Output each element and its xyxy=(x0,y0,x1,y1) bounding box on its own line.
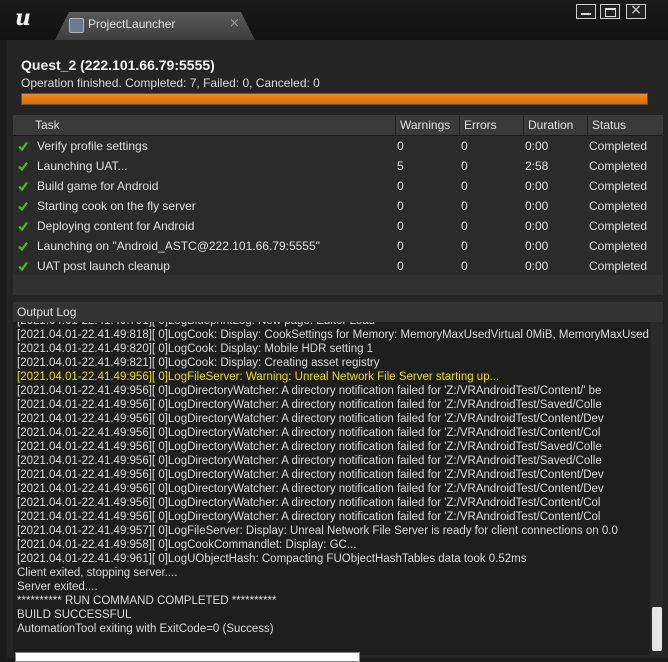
column-header-warnings[interactable]: Warnings xyxy=(395,115,459,135)
task-row[interactable]: UAT post launch cleanup 0 0 0:00 Completed xyxy=(13,256,663,276)
log-line: [2021.04.01-22.41.49:958][ 0]LogCookComm… xyxy=(17,539,357,551)
task-duration: 0:00 xyxy=(525,179,549,193)
checkmark-icon xyxy=(18,241,28,251)
output-log-panel: Output Log [2021.04.01-22.41.49:791][ 0]… xyxy=(13,302,663,655)
task-status: Completed xyxy=(589,179,648,193)
device-title: Quest_2 (222.101.66.79:5555) xyxy=(21,57,215,73)
progress-bar xyxy=(21,93,648,105)
task-status: Completed xyxy=(589,139,648,153)
checkmark-icon xyxy=(18,161,28,171)
task-duration: 0:00 xyxy=(525,259,549,273)
log-line: [2021.04.01-22.41.49:956][ 0]LogDirector… xyxy=(17,497,601,509)
task-errors: 0 xyxy=(461,259,468,273)
log-scrollbar[interactable] xyxy=(651,322,663,655)
title-bar: u ProjectLauncher × xyxy=(0,0,668,40)
task-name: UAT post launch cleanup xyxy=(37,259,170,273)
checkmark-icon xyxy=(18,261,28,271)
task-status: Completed xyxy=(589,159,648,173)
task-duration: 0:00 xyxy=(525,239,549,253)
task-warnings: 0 xyxy=(397,139,404,153)
log-line: [2021.04.01-22.41.49:956][ 0]LogDirector… xyxy=(17,385,602,397)
task-name: Verify profile settings xyxy=(37,139,148,153)
task-duration: 2:58 xyxy=(525,159,549,173)
launcher-icon xyxy=(69,18,84,33)
task-errors: 0 xyxy=(461,159,468,173)
log-line: AutomationTool exiting with ExitCode=0 (… xyxy=(17,623,274,635)
task-warnings: 0 xyxy=(397,239,404,253)
task-errors: 0 xyxy=(461,139,468,153)
log-line: [2021.04.01-22.41.49:957][ 0]LogFileServ… xyxy=(17,525,618,537)
task-row[interactable]: Verify profile settings 0 0 0:00 Completed xyxy=(13,136,663,156)
task-table-header: Task Warnings Errors Duration Status xyxy=(13,115,663,136)
column-header-task[interactable]: Task xyxy=(31,115,395,135)
log-scrollbar-thumb[interactable] xyxy=(652,607,662,651)
task-name: Build game for Android xyxy=(37,179,159,193)
log-line: [2021.04.01-22.41.49:956][ 0]LogFileServ… xyxy=(17,371,500,383)
task-row[interactable]: Launching UAT... 5 0 2:58 Completed xyxy=(13,156,663,176)
log-line: [2021.04.01-22.41.49:956][ 0]LogDirector… xyxy=(17,427,601,439)
task-row[interactable]: Build game for Android 0 0 0:00 Completed xyxy=(13,176,663,196)
task-table-footer xyxy=(13,275,663,295)
checkmark-icon xyxy=(18,221,28,231)
task-status: Completed xyxy=(589,259,648,273)
tab-project-launcher[interactable]: ProjectLauncher × xyxy=(55,12,255,40)
task-errors: 0 xyxy=(461,219,468,233)
task-errors: 0 xyxy=(461,179,468,193)
task-name: Starting cook on the fly server xyxy=(37,199,196,213)
column-header-errors[interactable]: Errors xyxy=(459,115,523,135)
log-line: Server exited.... xyxy=(17,581,98,593)
output-log-text[interactable]: [2021.04.01-22.41.49:791][ 0]LogBlueprin… xyxy=(13,322,649,655)
maximize-button[interactable] xyxy=(600,4,620,19)
column-header-status[interactable]: Status xyxy=(587,115,663,135)
checkmark-icon xyxy=(18,181,28,191)
task-name: Deploying content for Android xyxy=(37,219,195,233)
log-line: [2021.04.01-22.41.49:821][ 0]LogCook: Di… xyxy=(17,357,380,369)
task-warnings: 0 xyxy=(397,259,404,273)
operation-status: Operation finished. Completed: 7, Failed… xyxy=(21,76,320,90)
log-line: [2021.04.01-22.41.49:956][ 0]LogDirector… xyxy=(17,483,604,495)
task-duration: 0:00 xyxy=(525,219,549,233)
task-row[interactable]: Launching on "Android_ASTC@222.101.66.79… xyxy=(13,236,663,256)
task-duration: 0:00 xyxy=(525,139,549,153)
task-row[interactable]: Deploying content for Android 0 0 0:00 Compl… xyxy=(13,216,663,236)
log-line: [2021.04.01-22.41.49:818][ 0]LogCook: Di… xyxy=(17,329,649,341)
log-line: [2021.04.01-22.41.49:956][ 0]LogDirector… xyxy=(17,511,601,523)
checkmark-icon xyxy=(18,141,28,151)
log-line: [2021.04.01-22.41.49:956][ 0]LogDirector… xyxy=(17,441,602,453)
output-log-title: Output Log xyxy=(13,302,663,322)
log-line: [2021.04.01-22.41.49:956][ 0]LogDirector… xyxy=(17,399,602,411)
task-warnings: 0 xyxy=(397,219,404,233)
log-line: [2021.04.01-22.41.49:961][ 0]LogUObjectH… xyxy=(17,553,527,565)
progress-bar-fill xyxy=(22,94,647,104)
log-line: Client exited, stopping server.... xyxy=(17,567,178,579)
column-header-duration[interactable]: Duration xyxy=(523,115,587,135)
launcher-progress-panel: Quest_2 (222.101.66.79:5555) Operation f… xyxy=(7,40,668,662)
task-duration: 0:00 xyxy=(525,199,549,213)
unreal-logo-icon: u xyxy=(15,5,31,31)
log-line: [2021.04.01-22.41.49:956][ 0]LogDirector… xyxy=(17,413,604,425)
task-errors: 0 xyxy=(461,239,468,253)
task-row[interactable]: Starting cook on the fly server 0 0 0:00 Com… xyxy=(13,196,663,216)
task-name: Launching UAT... xyxy=(37,159,128,173)
task-name: Launching on "Android_ASTC@222.101.66.79… xyxy=(37,239,320,253)
task-status: Completed xyxy=(589,199,648,213)
task-warnings: 5 xyxy=(397,159,404,173)
minimize-button[interactable] xyxy=(576,4,596,19)
task-status: Completed xyxy=(589,219,648,233)
tab-close-icon[interactable]: × xyxy=(229,16,240,31)
task-errors: 0 xyxy=(461,199,468,213)
task-status: Completed xyxy=(589,239,648,253)
task-table: Task Warnings Errors Duration Status Ver… xyxy=(13,115,663,295)
log-line: ********** RUN COMMAND COMPLETED *******… xyxy=(17,595,277,607)
log-line: [2021.04.01-22.41.49:956][ 0]LogDirector… xyxy=(17,469,604,481)
log-line: BUILD SUCCESSFUL xyxy=(17,609,132,621)
tab-label: ProjectLauncher xyxy=(88,17,176,31)
task-warnings: 0 xyxy=(397,179,404,193)
task-warnings: 0 xyxy=(397,199,404,213)
log-line: [2021.04.01-22.41.49:956][ 0]LogDirector… xyxy=(17,455,602,467)
command-input[interactable] xyxy=(15,652,360,662)
close-window-button[interactable] xyxy=(626,2,646,19)
log-line: [2021.04.01-22.41.49:820][ 0]LogCook: Di… xyxy=(17,343,374,355)
checkmark-icon xyxy=(18,201,28,211)
